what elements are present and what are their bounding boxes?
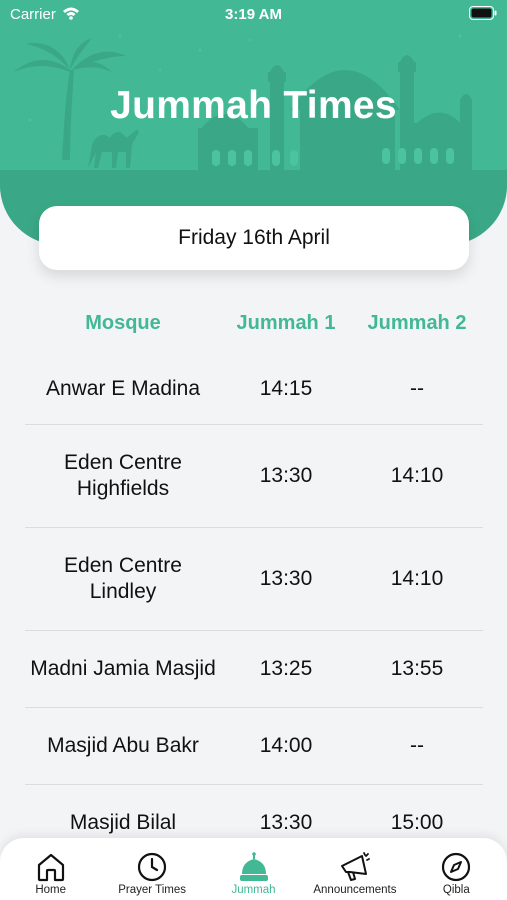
- jummah-2-time: --: [410, 377, 424, 400]
- tab-announcements[interactable]: Announcements: [304, 838, 405, 900]
- home-icon: [37, 853, 64, 882]
- mosque-name-line: Highfields: [76, 477, 170, 500]
- date-label: Friday 16th April: [178, 226, 330, 249]
- table-header: Mosque Jummah 1 Jummah 2: [25, 292, 483, 354]
- tab-jummah[interactable]: Jummah: [203, 838, 304, 900]
- tab-label: Home: [35, 884, 67, 896]
- jummah-1-time: 14:00: [259, 734, 313, 757]
- column-header-jummah-2: Jummah 2: [367, 311, 467, 334]
- mosque-name: Masjid Abu Bakr: [25, 733, 221, 759]
- column-header-jummah-1: Jummah 1: [236, 311, 336, 334]
- tab-home[interactable]: Home: [0, 838, 101, 900]
- jummah-2-time: 13:55: [390, 657, 444, 680]
- mosque-name-line: Eden Centre: [64, 554, 182, 577]
- mosque-name: Anwar E Madina: [25, 376, 221, 402]
- tab-qibla[interactable]: Qibla: [406, 838, 507, 900]
- date-card: Friday 16th April: [39, 206, 469, 270]
- mosque-name: Masjid Bilal: [25, 810, 221, 836]
- table-row: Eden Centre Highfields 13:30 14:10: [25, 425, 483, 528]
- jummah-table: Mosque Jummah 1 Jummah 2 Anwar E Madina …: [25, 292, 483, 861]
- tab-label: Jummah: [231, 884, 276, 896]
- tab-label: Announcements: [313, 884, 397, 896]
- mosque-name: Madni Jamia Masjid: [25, 656, 221, 682]
- megaphone-icon: [340, 852, 370, 881]
- status-bar: Carrier 3:19 AM: [0, 0, 507, 28]
- column-header-mosque: Mosque: [85, 311, 161, 334]
- mosque-name-line: Madni Jamia Masjid: [30, 657, 216, 680]
- mosque-name-line: Anwar E Madina: [45, 377, 201, 400]
- jummah-2-time: 15:00: [390, 811, 444, 834]
- tab-label: Qibla: [442, 884, 470, 896]
- table-row: Madni Jamia Masjid 13:25 13:55: [25, 631, 483, 708]
- battery-icon: [469, 6, 497, 20]
- mosque-name: Eden Centre Lindley: [25, 553, 221, 605]
- table-row: Anwar E Madina 14:15 --: [25, 354, 483, 425]
- clock-icon: [138, 852, 167, 882]
- jummah-1-time: 13:30: [259, 464, 313, 487]
- jummah-1-time: 14:15: [259, 377, 313, 400]
- mosque-name: Eden Centre Highfields: [25, 450, 221, 502]
- mosque-name-line: Eden Centre: [64, 451, 182, 474]
- table-row: Masjid Abu Bakr 14:00 --: [25, 708, 483, 785]
- jummah-1-time: 13:30: [259, 811, 313, 834]
- jummah-2-time: 14:10: [390, 464, 444, 487]
- jummah-2-time: 14:10: [390, 567, 444, 590]
- tab-label: Prayer Times: [118, 884, 186, 896]
- jummah-2-time: --: [410, 734, 424, 757]
- mosque-icon: [239, 852, 268, 881]
- compass-icon: [442, 852, 471, 882]
- page-title: Jummah Times: [110, 84, 397, 127]
- status-time: 3:19 AM: [225, 6, 282, 23]
- jummah-1-time: 13:25: [259, 657, 313, 680]
- table-row: Eden Centre Lindley 13:30 14:10: [25, 528, 483, 631]
- mosque-name-line: Masjid Abu Bakr: [47, 734, 199, 757]
- tab-bar: Home Prayer Times Jummah Announcements Q…: [0, 838, 507, 900]
- mosque-name-line: Masjid Bilal: [69, 811, 177, 834]
- tab-prayer-times[interactable]: Prayer Times: [101, 838, 202, 900]
- mosque-name-line: Lindley: [89, 580, 157, 603]
- jummah-1-time: 13:30: [259, 567, 313, 590]
